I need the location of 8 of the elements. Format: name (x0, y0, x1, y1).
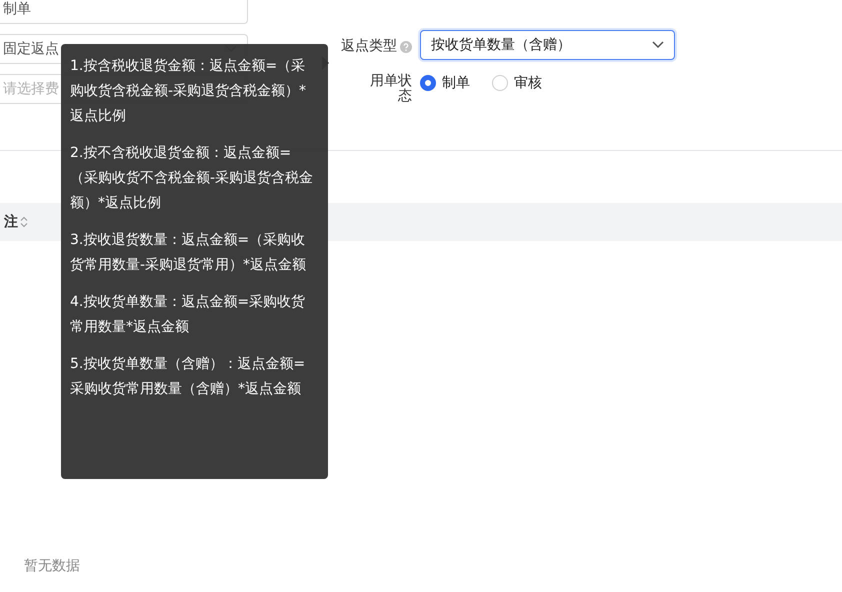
tooltip-text: 1.按含税收退货金额：返点金额=（采购收货含税金额-采购退货含税金额）*返点比例 (70, 57, 308, 126)
tooltip-text: 3.按收退货数量：返点金额=（采购收货常用数量-采购退货常用）*返点金额 (70, 231, 308, 275)
empty-text: 暂无数据 (24, 557, 80, 575)
field-label: 用单状态 (369, 74, 412, 104)
tooltip-text: 5.按收货单数量（含赠）：返点金额=采购收货常用数量（含赠）*返点金额 (70, 355, 306, 399)
tooltip-text: 2.按不含税收退货金额：返点金额=（采购收货不含税金额-采购退货含税金额）*返点比例 (70, 144, 314, 213)
tooltip-text: 4.按收货单数量：返点金额=采购收货常用数量*返点金额 (70, 293, 306, 337)
field-label: 返点类型 (341, 38, 397, 55)
